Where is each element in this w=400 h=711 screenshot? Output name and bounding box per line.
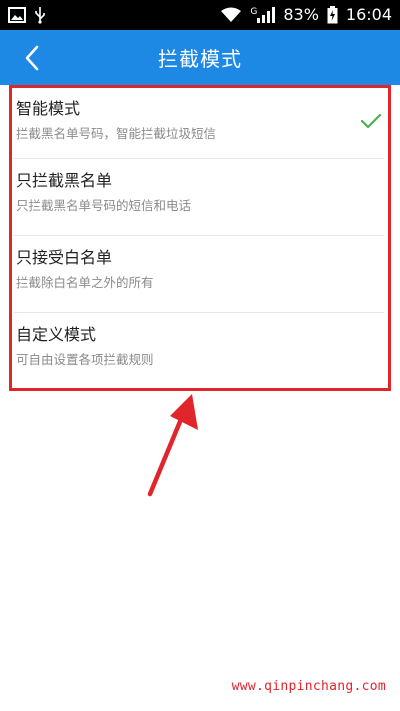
mode-item-smart[interactable]: 智能模式 拦截黑名单号码，智能拦截垃圾短信 [0,85,400,158]
battery-icon [327,6,338,24]
mode-description: 只拦截黑名单号码的短信和电话 [16,198,192,213]
mode-title: 只拦截黑名单 [16,171,113,190]
mode-item-blacklist-only[interactable]: 只拦截黑名单 只拦截黑名单号码的短信和电话 [0,158,400,235]
mode-description: 拦截除白名单之外的所有 [16,275,154,290]
usb-icon [34,6,46,24]
check-icon [360,113,382,133]
cell-signal-icon: G [250,7,276,23]
status-right: G 83% 16:04 [220,6,392,24]
mode-description: 拦截黑名单号码，智能拦截垃圾短信 [16,126,217,141]
mode-title: 只接受白名单 [16,248,113,267]
clock: 16:04 [345,5,392,24]
mode-list: 智能模式 拦截黑名单号码，智能拦截垃圾短信 只拦截黑名单 只拦截黑名单号码的短信… [0,85,400,389]
wifi-icon [220,7,242,23]
status-left [8,6,46,24]
mode-item-custom[interactable]: 自定义模式 可自由设置各项拦截规则 [0,312,400,389]
mode-item-whitelist-only[interactable]: 只接受白名单 拦截除白名单之外的所有 [0,235,400,312]
annotation-arrow-icon [147,394,198,497]
signal-type-label: G [250,7,258,17]
mode-title: 智能模式 [16,99,81,118]
site-url: www.qinpinchang.com [231,679,386,694]
battery-percent: 83% [283,5,319,24]
mode-title: 自定义模式 [16,325,97,344]
mode-description: 可自由设置各项拦截规则 [16,352,154,367]
app-bar: 拦截模式 [0,30,400,85]
page-title: 拦截模式 [158,47,242,71]
status-bar: G 83% 16:04 [0,0,400,30]
gallery-icon [8,7,26,23]
